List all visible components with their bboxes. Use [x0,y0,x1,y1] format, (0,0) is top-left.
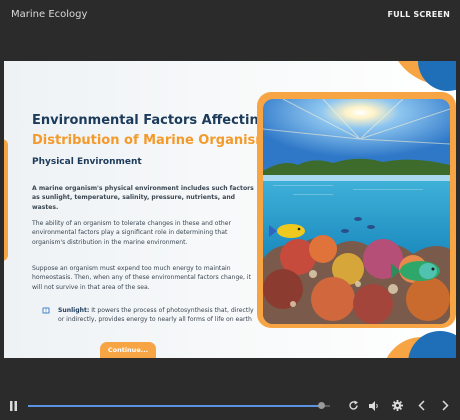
previous-icon[interactable] [418,400,425,411]
slide-title: Environmental Factors Affecting [32,113,269,128]
coral-reef-illustration [263,99,450,324]
paragraph-intro: A marine organism's physical environment… [32,185,254,211]
progress-fill [28,405,321,407]
next-icon[interactable] [442,400,449,411]
top-bar: Marine Ecology FULL SCREEN [0,0,460,32]
section-heading: Physical Environment [32,157,142,167]
volume-icon[interactable] [369,401,380,411]
book-icon [42,307,50,314]
paragraph-homeostasis: Suppose an organism must expend too much… [32,265,252,291]
bullet-term: Sunlight: [58,307,90,314]
settings-icon[interactable] [392,400,403,411]
app-title: Marine Ecology [11,9,88,20]
replay-icon[interactable] [348,400,359,411]
player-controls [0,394,460,420]
paragraph-tolerance: The ability of an organism to tolerate c… [32,220,232,246]
coral-reef-photo [263,99,450,324]
progress-knob[interactable] [318,402,325,409]
pause-icon[interactable] [9,401,18,411]
bullet-text: Sunlight: It powers the process of photo… [58,306,256,325]
full-screen-button[interactable]: FULL SCREEN [387,10,450,19]
left-accent-bar [4,139,8,261]
slide-subtitle: Distribution of Marine Organisms [32,133,277,148]
continue-button[interactable]: Continue... [100,342,156,358]
